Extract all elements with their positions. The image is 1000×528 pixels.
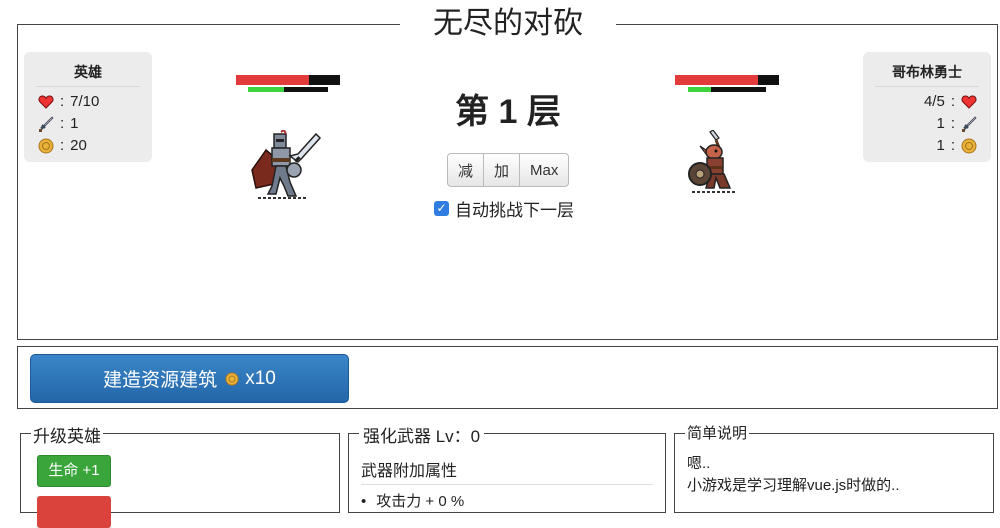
floor-label: 第 1 层 (455, 93, 561, 131)
heart-icon (961, 94, 977, 110)
enemy-attack-value: 1 (936, 115, 945, 132)
max-floor-button[interactable]: Max (519, 153, 570, 187)
build-cost: x10 (245, 367, 276, 389)
colon: : (950, 115, 955, 132)
colon: : (950, 137, 955, 154)
enemy-attack-row: 1 : (863, 113, 991, 135)
coin-icon (961, 138, 977, 154)
colon: : (60, 115, 65, 132)
heart-icon (38, 94, 54, 110)
weapon-attribute-text: 攻击力 + 0 % (376, 493, 465, 510)
enemy-hp-bar (675, 75, 779, 85)
hero-gold-value: 20 (70, 137, 87, 154)
hero-knight-sprite (251, 130, 322, 199)
floor-button-group: 减 加 Max (447, 153, 570, 187)
enemy-gold-value: 1 (936, 137, 945, 154)
goblin-warrior-sprite (688, 130, 736, 193)
help-line-1: 嗯.. (687, 455, 711, 472)
hero-mana-fill (248, 87, 284, 92)
divider (361, 484, 653, 485)
bullet: • (361, 493, 367, 510)
hero-hp-row: : 7/10 (24, 91, 152, 113)
game-title: 无尽的对砍 (400, 4, 616, 44)
enemy-hp-value: 4/5 (923, 93, 945, 110)
colon: : (60, 137, 65, 154)
build-button-label: 建造资源建筑 (103, 370, 218, 391)
enemy-stat-card: 哥布林勇士 4/5 : 1 : 1 : (863, 52, 991, 162)
upgrade-hero-panel: 升级英雄 生命 +1 (20, 422, 340, 528)
hero-attack-value: 1 (70, 115, 79, 132)
decrease-floor-button[interactable]: 减 (447, 153, 485, 187)
colon: : (950, 93, 955, 110)
auto-challenge-label: 自动挑战下一层 (455, 201, 574, 220)
weapon-title: 强化武器 Lv：0 (359, 422, 485, 447)
coin-icon (225, 370, 239, 392)
help-title: 简单说明 (685, 422, 750, 443)
colon: : (60, 93, 65, 110)
hero-hp-bar (236, 75, 340, 85)
enemy-mana-fill (688, 87, 712, 92)
hero-hp-fill (236, 75, 309, 85)
hero-attack-row: : 1 (24, 113, 152, 135)
hero-name: 英雄 (74, 64, 102, 80)
upgrade-hero-title: 升级英雄 (31, 422, 103, 447)
sword-icon (38, 116, 54, 132)
weapon-subtitle: 武器附加属性 (361, 463, 458, 480)
auto-challenge-toggle[interactable]: ✓ 自动挑战下一层 (434, 196, 574, 221)
sword-icon (961, 116, 977, 132)
divider (36, 86, 140, 87)
hp-plus-one-button[interactable]: 生命 +1 (37, 455, 111, 487)
weapon-upgrade-panel: 强化武器 Lv：0 武器附加属性 • 攻击力 + 0 % (348, 422, 666, 513)
enemy-hp-fill (675, 75, 759, 85)
hero-mana-bar (248, 87, 328, 92)
enemy-name: 哥布林勇士 (892, 64, 962, 80)
hero-stat-card: 英雄 : 7/10 : 1 : 20 (24, 52, 152, 162)
hero-hp-value: 7/10 (70, 93, 100, 110)
enemy-gold-row: 1 : (863, 135, 991, 157)
checkbox-checked-icon[interactable]: ✓ (434, 201, 449, 216)
coin-icon (38, 138, 54, 154)
help-panel: 简单说明 嗯.. 小游戏是学习理解vue.js时做的.. (674, 422, 994, 513)
help-line-2: 小游戏是学习理解vue.js时做的.. (687, 477, 900, 494)
enemy-mana-bar (688, 87, 766, 92)
enemy-hp-row: 4/5 : (863, 91, 991, 113)
build-resource-building-button[interactable]: 建造资源建筑 x10 (30, 354, 349, 403)
divider (875, 86, 979, 87)
hero-gold-row: : 20 (24, 135, 152, 157)
increase-floor-button[interactable]: 加 (483, 153, 521, 187)
